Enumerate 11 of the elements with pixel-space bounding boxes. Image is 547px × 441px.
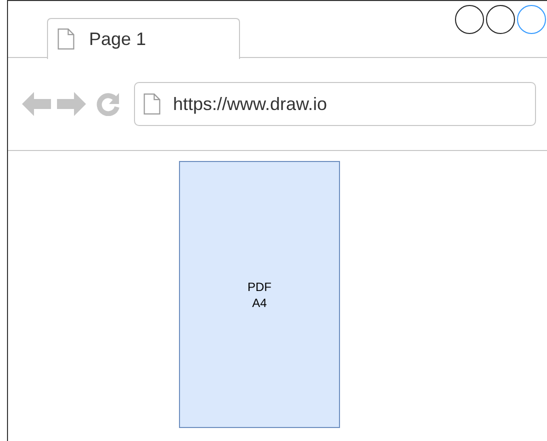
back-arrow-icon[interactable] <box>22 92 52 116</box>
document-icon <box>57 28 75 50</box>
page-label: A4 <box>252 294 267 310</box>
browser-tab[interactable]: Page 1 <box>47 18 240 59</box>
refresh-icon[interactable] <box>96 92 120 116</box>
address-field[interactable]: https://www.draw.io <box>134 82 536 126</box>
page-label: PDF <box>248 278 272 294</box>
window-button[interactable] <box>455 5 484 34</box>
forward-arrow-icon[interactable] <box>56 92 86 116</box>
window-button[interactable] <box>486 5 515 34</box>
document-icon <box>143 93 161 115</box>
